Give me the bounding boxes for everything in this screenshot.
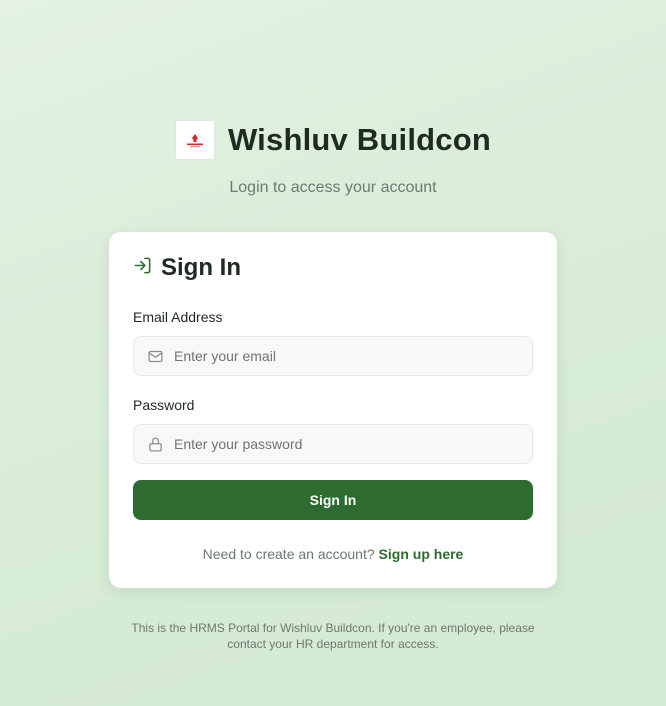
footer-note: This is the HRMS Portal for Wishluv Buil…: [131, 621, 535, 651]
brand-header: Wishluv Buildcon: [0, 120, 666, 160]
email-input[interactable]: [174, 348, 532, 364]
signup-row: Need to create an account? Sign up here: [109, 546, 557, 562]
sign-in-button[interactable]: Sign In: [133, 480, 533, 520]
card-title: Sign In: [161, 254, 241, 281]
card-header: Sign In: [133, 254, 241, 282]
company-logo: [175, 120, 215, 160]
brand-name: Wishluv Buildcon: [228, 122, 491, 157]
signup-prompt: Need to create an account?: [202, 546, 375, 562]
lock-icon: [134, 436, 174, 453]
signup-link[interactable]: Sign up here: [379, 546, 464, 562]
password-field-wrapper[interactable]: [133, 424, 533, 464]
email-label: Email Address: [133, 309, 223, 325]
password-input[interactable]: [174, 436, 532, 452]
log-in-arrow-icon: [133, 256, 152, 280]
mail-icon: [134, 348, 174, 365]
password-label: Password: [133, 397, 195, 413]
sign-in-card: Sign In Email Address Password Sign In N…: [109, 232, 557, 588]
email-field-wrapper[interactable]: [133, 336, 533, 376]
page-subtitle: Login to access your account: [229, 179, 437, 196]
